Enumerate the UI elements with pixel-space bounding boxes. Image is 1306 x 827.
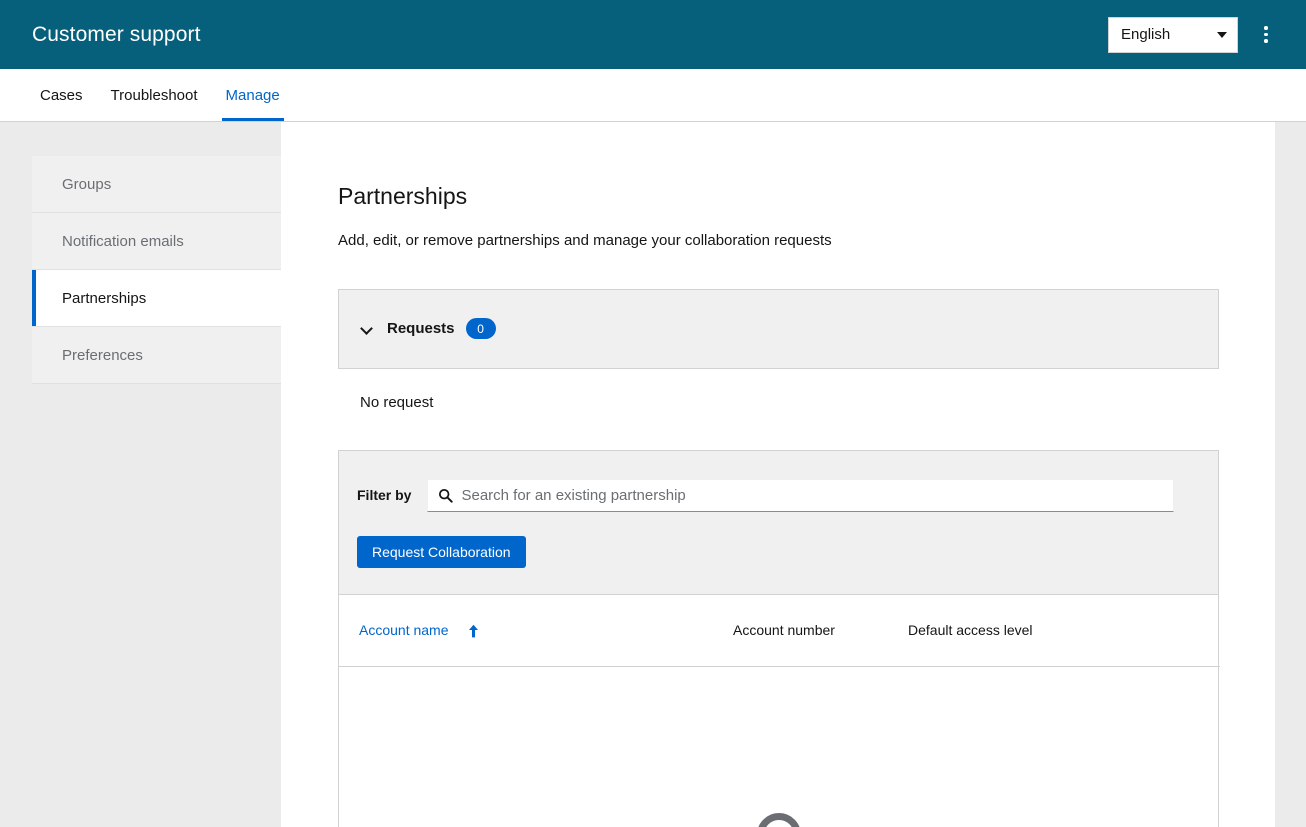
- filter-row: Filter by: [357, 478, 1218, 512]
- page-title: Partnerships: [338, 183, 468, 209]
- sidebar: Groups Notification emails Partnerships …: [0, 122, 281, 827]
- sidebar-item-notification-emails[interactable]: Notification emails: [32, 213, 281, 270]
- tab-manage[interactable]: Manage: [212, 69, 294, 121]
- page-subtitle: Add, edit, or remove partnerships and ma…: [338, 231, 832, 249]
- partnerships-table: Account name Account number Default acce…: [338, 593, 1220, 827]
- arrow-up-icon[interactable]: [468, 624, 479, 638]
- column-header-account-number: Account number: [713, 594, 888, 668]
- column-header-account-name: Account name: [339, 594, 713, 668]
- requests-accordion-header[interactable]: Requests 0: [338, 288, 1219, 369]
- requests-empty-text: No request: [360, 393, 434, 411]
- app-title: Customer support: [32, 23, 201, 46]
- partnerships-table-element: Account name Account number Default acce…: [339, 594, 1220, 668]
- kebab-dot: [1264, 39, 1268, 43]
- masthead-actions: English: [1108, 16, 1278, 53]
- chevron-down-icon: [1217, 31, 1227, 38]
- chevron-down-icon: [361, 323, 373, 335]
- sidebar-item-groups[interactable]: Groups: [32, 156, 281, 213]
- primary-tabs: Cases Troubleshoot Manage: [0, 69, 1306, 122]
- table-body-loading: [339, 667, 1218, 827]
- kebab-dot: [1264, 32, 1268, 37]
- content-inner: Partnerships Add, edit, or remove partne…: [281, 122, 1275, 827]
- requests-count-badge: 0: [465, 318, 496, 340]
- search-icon: [439, 488, 454, 503]
- request-collaboration-button[interactable]: Request Collaboration: [357, 535, 526, 568]
- filter-by-label: Filter by: [357, 487, 412, 504]
- tab-troubleshoot[interactable]: Troubleshoot: [97, 69, 212, 121]
- sidebar-nav-list: Groups Notification emails Partnerships …: [0, 156, 281, 384]
- sidebar-item-partnerships[interactable]: Partnerships: [32, 270, 281, 327]
- sidebar-item-preferences[interactable]: Preferences: [32, 327, 281, 384]
- language-select-value: English: [1121, 26, 1171, 43]
- sort-account-name-link[interactable]: Account name: [359, 622, 449, 638]
- page-body: Groups Notification emails Partnerships …: [0, 122, 1306, 827]
- content-card: Partnerships Add, edit, or remove partne…: [281, 122, 1275, 827]
- language-select[interactable]: English: [1108, 16, 1238, 53]
- requests-accordion-label: Requests: [387, 320, 455, 338]
- tab-cases[interactable]: Cases: [26, 69, 97, 121]
- spinner-icon: [756, 813, 801, 827]
- table-header-row: Account name Account number Default acce…: [339, 594, 1220, 668]
- masthead: Customer support English: [0, 0, 1306, 69]
- table-head: Account name Account number Default acce…: [339, 594, 1220, 668]
- column-header-default-access-level: Default access level: [888, 594, 1220, 668]
- kebab-dot: [1264, 26, 1268, 30]
- search-input[interactable]: [461, 479, 1174, 511]
- kebab-menu-icon[interactable]: [1254, 17, 1278, 53]
- search-box[interactable]: [427, 478, 1175, 512]
- filter-panel: Filter by Request Collaboration: [338, 449, 1219, 594]
